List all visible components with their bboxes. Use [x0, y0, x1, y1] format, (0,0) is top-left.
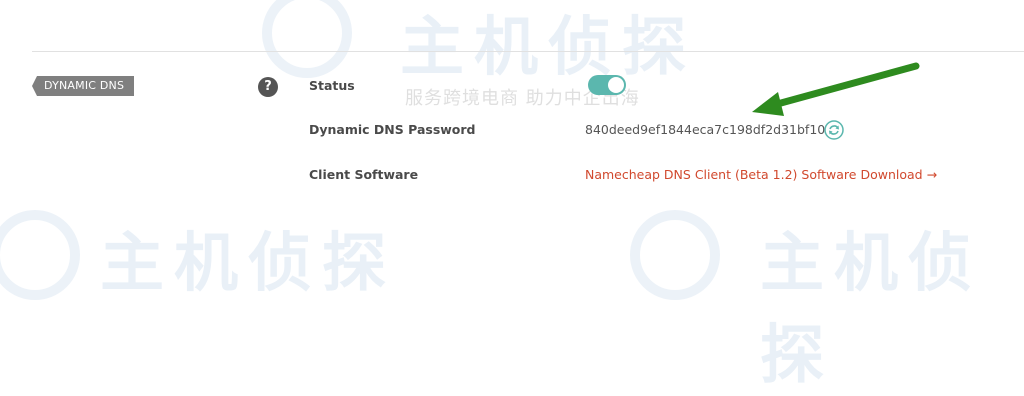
- watermark-bottom-left: 主机侦探: [100, 227, 396, 301]
- section-divider: [32, 51, 1024, 52]
- toggle-knob: [608, 77, 624, 93]
- watermark-bottom-right: 主机侦探: [760, 227, 982, 393]
- watermark-globe-bottom-right: [630, 210, 720, 300]
- status-label: Status: [309, 78, 355, 93]
- client-software-label: Client Software: [309, 167, 419, 182]
- watermark-top: 主机侦探: [400, 11, 696, 85]
- question-icon[interactable]: ?: [258, 77, 278, 97]
- watermark-globe-top: [262, 0, 352, 78]
- client-download-link[interactable]: Namecheap DNS Client (Beta 1.2) Software…: [585, 167, 937, 182]
- password-label: Dynamic DNS Password: [309, 122, 476, 137]
- password-value: 840deed9ef1844eca7c198df2d31bf10: [585, 122, 826, 137]
- section-tag-dynamic-dns: DYNAMIC DNS: [32, 76, 135, 96]
- refresh-icon[interactable]: [824, 120, 844, 140]
- status-toggle[interactable]: [588, 75, 626, 95]
- annotation-arrow: [752, 62, 920, 116]
- watermark-globe-bottom-left: [0, 210, 80, 300]
